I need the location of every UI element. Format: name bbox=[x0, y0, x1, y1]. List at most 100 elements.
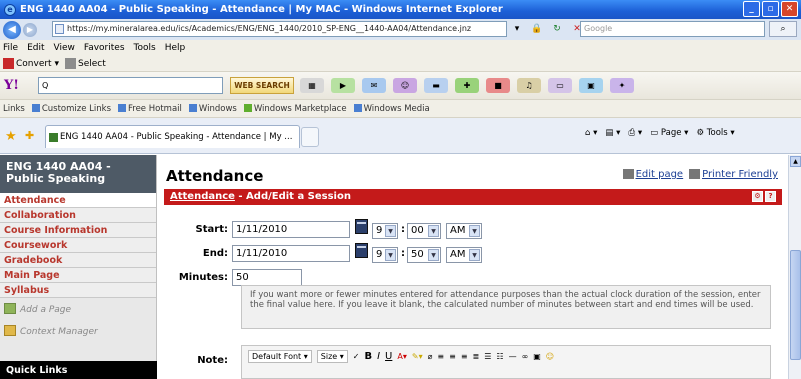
select-button[interactable]: Select bbox=[64, 57, 106, 69]
start-date-input[interactable]: 1/11/2010 bbox=[232, 221, 350, 238]
add-page-link[interactable]: Add a Page bbox=[0, 298, 156, 320]
back-button[interactable]: ◀ bbox=[3, 20, 21, 39]
font-select[interactable]: Default Font ▾ bbox=[248, 350, 312, 363]
close-button[interactable]: ✕ bbox=[781, 1, 798, 17]
minimize-button[interactable]: _ bbox=[743, 1, 760, 17]
end-ampm-select[interactable]: AM ▼ bbox=[446, 247, 482, 263]
search-button[interactable]: ⌕ bbox=[769, 21, 797, 37]
menu-tools[interactable]: Tools bbox=[134, 43, 156, 53]
games-icon[interactable]: ✚ bbox=[455, 78, 479, 93]
toolbar-icon-2[interactable]: ▶ bbox=[331, 78, 355, 93]
bold-button[interactable]: B bbox=[364, 351, 372, 362]
yahoo-search-input[interactable]: Q bbox=[38, 77, 223, 94]
panel-settings-icon[interactable]: ⚙ bbox=[752, 191, 763, 202]
menu-favorites[interactable]: Favorites bbox=[84, 43, 125, 53]
new-tab-button[interactable] bbox=[301, 127, 319, 147]
edit-page-link[interactable]: Edit page bbox=[622, 169, 683, 180]
refresh-icon[interactable]: ↻ bbox=[550, 22, 564, 36]
messenger-icon[interactable]: ☺ bbox=[393, 78, 417, 93]
menu-file[interactable]: File bbox=[3, 43, 18, 53]
minutes-input[interactable]: 50 bbox=[232, 269, 302, 286]
context-manager-link[interactable]: Context Manager bbox=[0, 320, 156, 342]
sidebar-item-course-information[interactable]: Course Information bbox=[0, 223, 156, 238]
news-icon[interactable]: ■ bbox=[486, 78, 510, 93]
yahoo-logo[interactable]: Y! bbox=[4, 78, 19, 93]
windows-flag-icon bbox=[243, 104, 252, 112]
menu-help[interactable]: Help bbox=[165, 43, 186, 53]
address-input[interactable]: https://my.mineralarea.edu/ics/Academics… bbox=[52, 21, 507, 37]
clear-format-icon[interactable]: ⌀ bbox=[428, 352, 433, 361]
font-color-icon[interactable]: A▾ bbox=[397, 352, 407, 361]
link-icon[interactable]: ∞ bbox=[522, 352, 529, 361]
highlight-icon[interactable]: ✎▾ bbox=[412, 352, 423, 361]
spellcheck-icon[interactable]: ✓ bbox=[353, 352, 360, 361]
sidebar-item-attendance[interactable]: Attendance bbox=[0, 193, 156, 208]
convert-button[interactable]: Convert ▾ bbox=[3, 57, 59, 69]
magnifier-icon: ⌕ bbox=[780, 24, 786, 34]
align-center-icon[interactable]: ≡ bbox=[449, 352, 456, 361]
favorites-star-icon[interactable]: ★ bbox=[5, 129, 17, 144]
start-minute-select[interactable]: 00 ▼ bbox=[407, 223, 441, 239]
link-windows[interactable]: Windows bbox=[188, 104, 237, 114]
ie-page-icon bbox=[188, 104, 197, 112]
align-right-icon[interactable]: ≡ bbox=[461, 352, 468, 361]
help-icon[interactable]: ? bbox=[765, 191, 776, 202]
dropdown-arrow-icon[interactable]: ▾ bbox=[510, 22, 524, 36]
end-calendar-icon[interactable] bbox=[355, 243, 368, 258]
sidebar-item-coursework[interactable]: Coursework bbox=[0, 238, 156, 253]
cars-icon[interactable]: ▬ bbox=[424, 78, 448, 93]
forward-button[interactable]: ▶ bbox=[23, 22, 37, 37]
tools-menu[interactable]: ⚙ Tools ▾ bbox=[696, 128, 734, 138]
underline-button[interactable]: U bbox=[385, 351, 392, 362]
context-manager-icon bbox=[4, 325, 16, 336]
horizontal-rule-icon[interactable]: — bbox=[509, 352, 517, 361]
home-icon[interactable]: ⌂ ▾ bbox=[585, 128, 597, 138]
vertical-scrollbar[interactable]: ▲ bbox=[788, 155, 801, 379]
scroll-thumb[interactable] bbox=[790, 250, 801, 360]
printer-friendly-link[interactable]: Printer Friendly bbox=[689, 169, 778, 180]
start-hour-select[interactable]: 9 ▼ bbox=[372, 223, 398, 239]
ie-page-icon bbox=[353, 104, 362, 112]
calendar-icon[interactable]: ▣ bbox=[579, 78, 603, 93]
end-minute-select[interactable]: 50 ▼ bbox=[407, 247, 441, 263]
search-input[interactable]: Google bbox=[580, 21, 765, 37]
feeds-icon[interactable]: ▤ ▾ bbox=[605, 128, 620, 138]
start-ampm-select[interactable]: AM ▼ bbox=[446, 223, 482, 239]
end-hour-select[interactable]: 9 ▼ bbox=[372, 247, 398, 263]
chat-icon[interactable]: ▭ bbox=[548, 78, 572, 93]
toolbar-icon-1[interactable]: ▦ bbox=[300, 78, 324, 93]
sidebar-item-main-page[interactable]: Main Page bbox=[0, 268, 156, 283]
sidebar-item-collaboration[interactable]: Collaboration bbox=[0, 208, 156, 223]
sidebar-item-syllabus[interactable]: Syllabus bbox=[0, 283, 156, 298]
sidebar-item-gradebook[interactable]: Gradebook bbox=[0, 253, 156, 268]
emoticon-icon[interactable]: ☺ bbox=[546, 352, 554, 361]
active-tab[interactable]: ENG 1440 AA04 - Public Speaking - Attend… bbox=[45, 125, 300, 148]
attendance-breadcrumb-link[interactable]: Attendance bbox=[170, 191, 235, 202]
more-icon[interactable]: ✦ bbox=[610, 78, 634, 93]
web-search-button[interactable]: WEB SEARCH bbox=[230, 77, 294, 94]
maximize-button[interactable]: ▫ bbox=[762, 1, 779, 17]
menu-view[interactable]: View bbox=[54, 43, 75, 53]
print-icon[interactable]: ⎙ ▾ bbox=[628, 128, 642, 138]
page-menu[interactable]: ▭ Page ▾ bbox=[650, 128, 688, 138]
scroll-up-icon[interactable]: ▲ bbox=[790, 156, 801, 167]
add-favorites-icon[interactable]: ✚ bbox=[25, 129, 34, 142]
link-customize[interactable]: Customize Links bbox=[31, 104, 111, 114]
lock-icon[interactable]: 🔒 bbox=[530, 22, 544, 36]
ordered-list-icon[interactable]: ☰ bbox=[484, 352, 491, 361]
mail-icon[interactable]: ✉ bbox=[362, 78, 386, 93]
italic-button[interactable]: I bbox=[377, 351, 380, 362]
unordered-list-icon[interactable]: ☷ bbox=[496, 352, 503, 361]
end-date-input[interactable]: 1/11/2010 bbox=[232, 245, 350, 262]
note-editor[interactable]: Default Font ▾ Size ▾ ✓ B I U A▾ ✎▾ ⌀ ≡ … bbox=[241, 345, 771, 379]
music-icon[interactable]: ♫ bbox=[517, 78, 541, 93]
size-select[interactable]: Size ▾ bbox=[316, 350, 348, 363]
menu-edit[interactable]: Edit bbox=[27, 43, 44, 53]
align-left-icon[interactable]: ≡ bbox=[437, 352, 444, 361]
link-windows-media[interactable]: Windows Media bbox=[353, 104, 430, 114]
justify-icon[interactable]: ≣ bbox=[473, 352, 480, 361]
link-free-hotmail[interactable]: Free Hotmail bbox=[118, 104, 182, 114]
start-calendar-icon[interactable] bbox=[355, 219, 368, 234]
image-icon[interactable]: ▣ bbox=[533, 352, 541, 361]
link-windows-marketplace[interactable]: Windows Marketplace bbox=[243, 104, 347, 114]
